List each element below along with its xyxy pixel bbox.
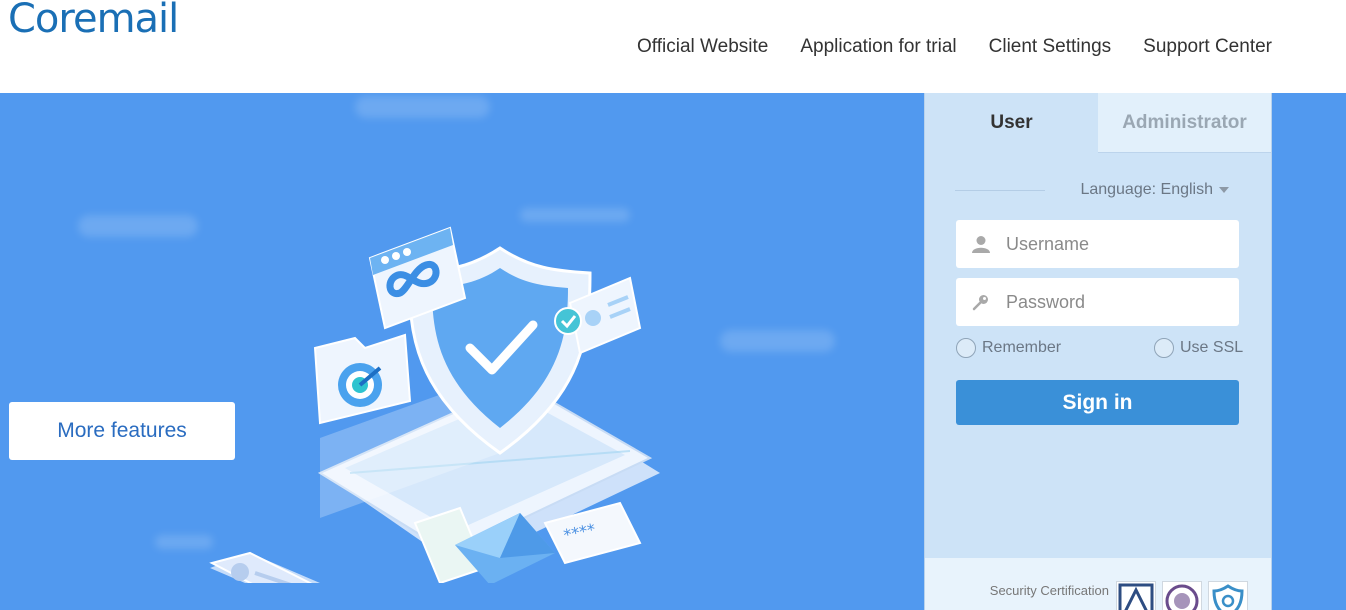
divider (955, 190, 1045, 191)
password-field[interactable] (956, 278, 1239, 326)
decor-bar (520, 208, 630, 222)
login-page: Coremail Official Website Application fo… (0, 0, 1346, 610)
remember-radio[interactable] (956, 338, 976, 358)
coremail-logo[interactable]: Coremail (8, 0, 179, 42)
language-label: Language: English (1080, 181, 1213, 198)
nav-application-for-trial[interactable]: Application for trial (800, 36, 956, 58)
nav-support-center[interactable]: Support Center (1143, 36, 1272, 58)
nav-official-website[interactable]: Official Website (637, 36, 768, 58)
decor-bar (78, 215, 198, 237)
user-icon (956, 235, 1006, 253)
language-selector[interactable]: Language: English (1080, 181, 1229, 199)
login-panel: User Administrator Language: English Rem… (924, 93, 1272, 610)
top-nav: Official Website Application for trial C… (637, 36, 1272, 58)
decor-bar (355, 96, 490, 118)
top-header: Coremail Official Website Application fo… (0, 0, 1346, 93)
security-certification-label: Security Certification (989, 583, 1109, 598)
remember-option[interactable]: Remember (956, 338, 1061, 358)
sign-in-button[interactable]: Sign in (956, 380, 1239, 425)
use-ssl-option[interactable]: Use SSL (1154, 338, 1243, 358)
security-certification: Security Certification (925, 558, 1271, 610)
remember-label: Remember (982, 339, 1062, 356)
cloud-shield-badge-icon[interactable] (1208, 581, 1248, 610)
password-input[interactable] (1006, 278, 1239, 326)
username-field[interactable] (956, 220, 1239, 268)
seal-badge-icon[interactable] (1162, 581, 1202, 610)
decor-bar (720, 330, 835, 352)
caret-down-icon (1219, 186, 1229, 193)
target-icon (313, 333, 412, 425)
use-ssl-label: Use SSL (1180, 339, 1244, 356)
key-icon (956, 293, 1006, 311)
language-row: Language: English (955, 181, 1239, 203)
tab-administrator[interactable]: Administrator (1098, 93, 1271, 153)
security-illustration: **** (209, 226, 660, 583)
username-input[interactable] (1006, 220, 1239, 268)
nav-client-settings[interactable]: Client Settings (989, 36, 1112, 58)
certificate-badge-icon[interactable] (1116, 581, 1156, 610)
tab-user[interactable]: User (925, 93, 1098, 153)
use-ssl-radio[interactable] (1154, 338, 1174, 358)
login-tabs: User Administrator (925, 93, 1271, 153)
